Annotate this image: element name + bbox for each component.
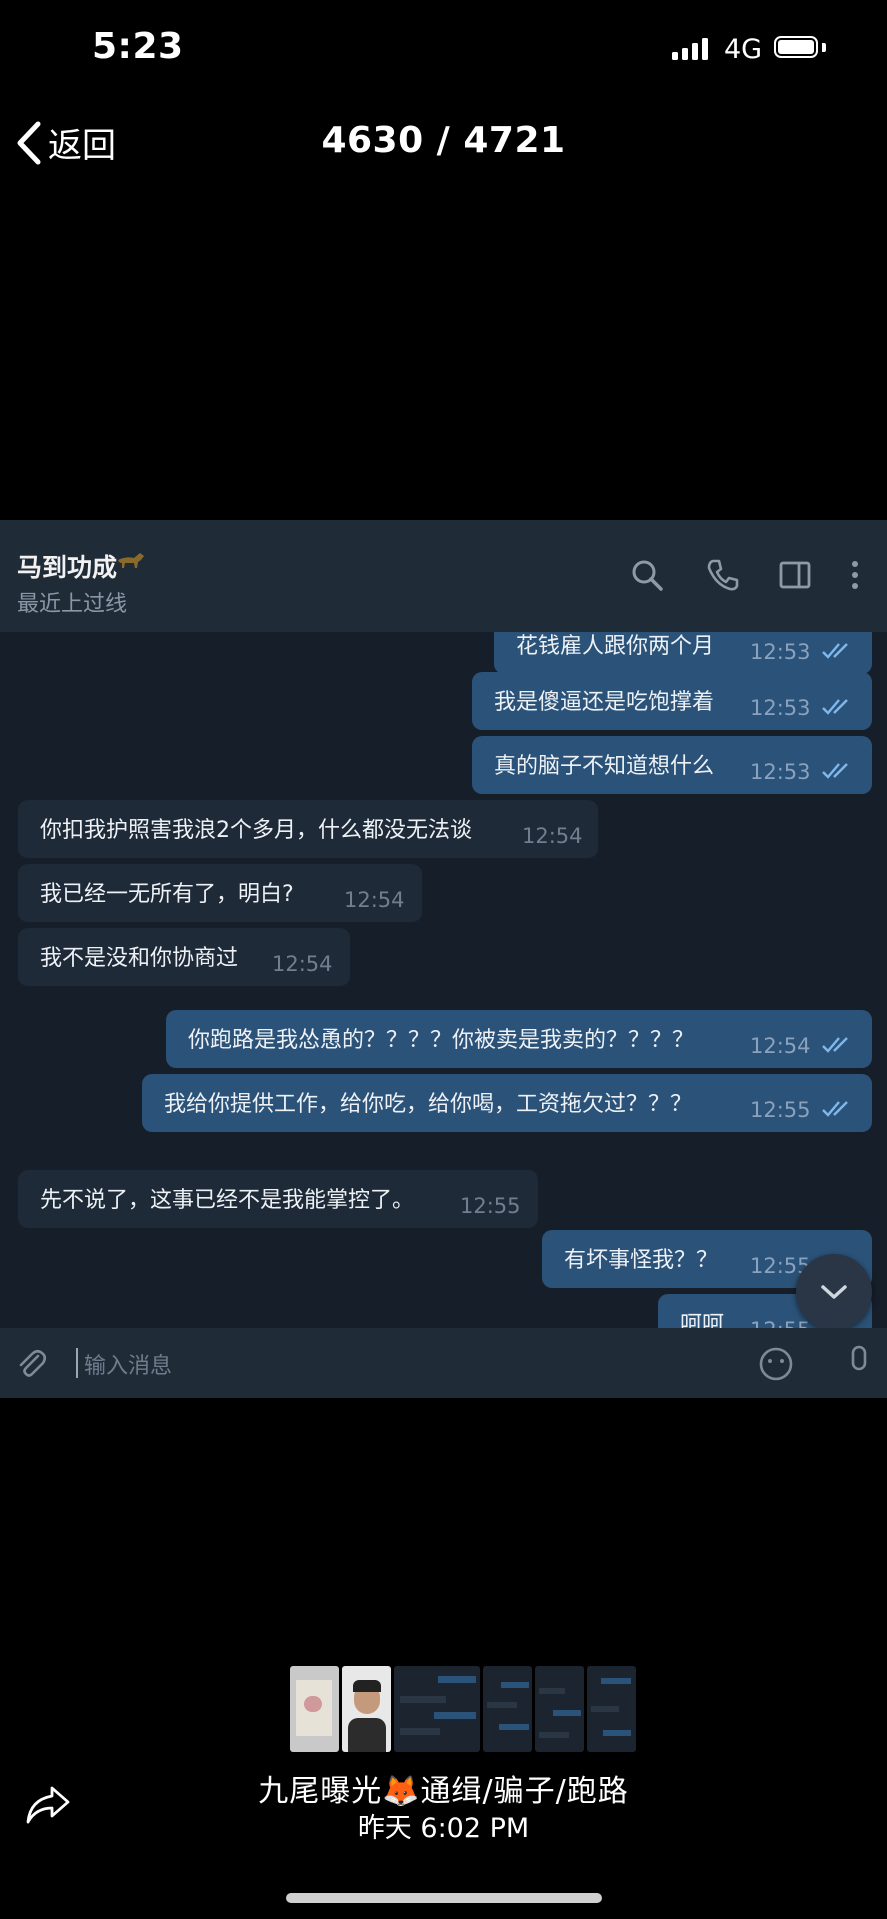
message-text: 我已经一无所有了，明白? bbox=[40, 882, 294, 907]
thumbnail-strip[interactable] bbox=[290, 1666, 636, 1752]
more-vert-icon[interactable] bbox=[848, 558, 862, 592]
horse-emoji-icon bbox=[118, 553, 144, 568]
photo-counter: 4630 / 4721 bbox=[321, 120, 566, 161]
message-text: 我给你提供工作，给你吃，给你喝，工资拖欠过？？？ bbox=[164, 1092, 693, 1117]
album-caption: 九尾曝光🦊通缉/骗子/跑路 bbox=[258, 1774, 629, 1809]
message-time: 12:55 bbox=[460, 1194, 521, 1218]
photo-date: 昨天 6:02 PM bbox=[357, 1813, 530, 1844]
message-bubble-in: 先不说了，这事已经不是我能掌控了。 12:55 bbox=[18, 1170, 538, 1228]
message-text: 我是傻逼还是吃饱撑着 bbox=[494, 690, 715, 715]
message-time: 12:53 bbox=[750, 696, 811, 720]
message-bubble-in: 我不是没和你协商过 12:54 bbox=[18, 928, 350, 986]
message-text: 先不说了，这事已经不是我能掌控了。 bbox=[40, 1188, 415, 1213]
message-time: 12:55 bbox=[750, 1098, 811, 1122]
check-double-icon bbox=[822, 699, 848, 715]
network-label: 4G bbox=[724, 34, 763, 65]
message-text: 花钱雇人跟你两个月 bbox=[516, 634, 715, 659]
share-icon[interactable] bbox=[24, 1782, 72, 1826]
message-bubble-in: 你扣我护照害我浪2个多月，什么都没无法谈 12:54 bbox=[18, 800, 598, 858]
message-text: 你扣我护照害我浪2个多月，什么都没无法谈 bbox=[40, 818, 472, 843]
chevron-down-icon bbox=[821, 1285, 847, 1299]
message-text: 真的脑子不知道想什么 bbox=[494, 754, 715, 779]
search-icon[interactable] bbox=[630, 558, 664, 592]
contact-name: 马到功成 bbox=[17, 553, 118, 582]
message-input-bar: 输入消息 bbox=[0, 1328, 887, 1398]
thumbnail[interactable] bbox=[342, 1666, 391, 1752]
message-bubble-out: 我是傻逼还是吃饱撑着 12:53 bbox=[472, 672, 872, 730]
check-double-icon bbox=[822, 1101, 848, 1117]
sidebar-icon[interactable] bbox=[778, 558, 812, 592]
chat-screenshot[interactable]: 马到功成 最近上过线 花钱雇人跟你两个月 12:53 我是傻逼还是吃饱撑着 12… bbox=[0, 520, 887, 1398]
mic-icon[interactable] bbox=[846, 1344, 872, 1382]
message-time: 12:53 bbox=[750, 640, 811, 664]
message-bubble-out: 你跑路是我怂恿的？？？？你被卖是我卖的？？？？ 12:54 bbox=[166, 1010, 872, 1068]
message-time: 12:54 bbox=[344, 888, 405, 912]
battery-nub bbox=[822, 43, 826, 52]
message-bubble-out: 真的脑子不知道想什么 12:53 bbox=[472, 736, 872, 794]
message-text: 有坏事怪我？？ bbox=[564, 1248, 719, 1273]
message-text: 呵呵 bbox=[680, 1312, 725, 1328]
thumbnail[interactable] bbox=[483, 1666, 532, 1752]
message-time: 12:54 bbox=[272, 952, 333, 976]
scroll-down-button[interactable] bbox=[796, 1254, 872, 1330]
thumbnail[interactable] bbox=[587, 1666, 636, 1752]
battery-icon bbox=[774, 36, 818, 58]
emoji-icon[interactable] bbox=[758, 1346, 794, 1382]
thumbnail[interactable] bbox=[394, 1666, 480, 1752]
contact-status: 最近上过线 bbox=[17, 592, 128, 617]
check-double-icon bbox=[822, 643, 848, 659]
home-indicator bbox=[286, 1893, 602, 1903]
check-double-icon bbox=[822, 1037, 848, 1053]
chat-header: 马到功成 最近上过线 bbox=[0, 520, 887, 632]
message-time: 12:55 bbox=[750, 1318, 811, 1328]
message-bubble-out: 花钱雇人跟你两个月 12:53 bbox=[494, 632, 872, 674]
message-text: 你跑路是我怂恿的？？？？你被卖是我卖的？？？？ bbox=[188, 1028, 695, 1053]
message-time: 12:53 bbox=[750, 760, 811, 784]
message-input[interactable]: 输入消息 bbox=[84, 1348, 172, 1380]
thumbnail[interactable] bbox=[535, 1666, 584, 1752]
status-time: 5:23 bbox=[92, 26, 184, 67]
phone-icon[interactable] bbox=[706, 558, 740, 592]
thumbnail[interactable] bbox=[290, 1666, 339, 1752]
attach-icon[interactable] bbox=[14, 1346, 48, 1380]
message-time: 12:54 bbox=[750, 1034, 811, 1058]
message-time: 12:54 bbox=[522, 824, 583, 848]
message-text: 我不是没和你协商过 bbox=[40, 946, 239, 971]
message-list[interactable]: 花钱雇人跟你两个月 12:53 我是傻逼还是吃饱撑着 12:53 真的脑子不知道… bbox=[0, 632, 887, 1328]
message-bubble-out: 我给你提供工作，给你吃，给你喝，工资拖欠过？？？ 12:55 bbox=[142, 1074, 872, 1132]
text-cursor bbox=[76, 1348, 78, 1378]
message-bubble-in: 我已经一无所有了，明白? 12:54 bbox=[18, 864, 422, 922]
signal-icon bbox=[672, 38, 708, 60]
check-double-icon bbox=[822, 763, 848, 779]
